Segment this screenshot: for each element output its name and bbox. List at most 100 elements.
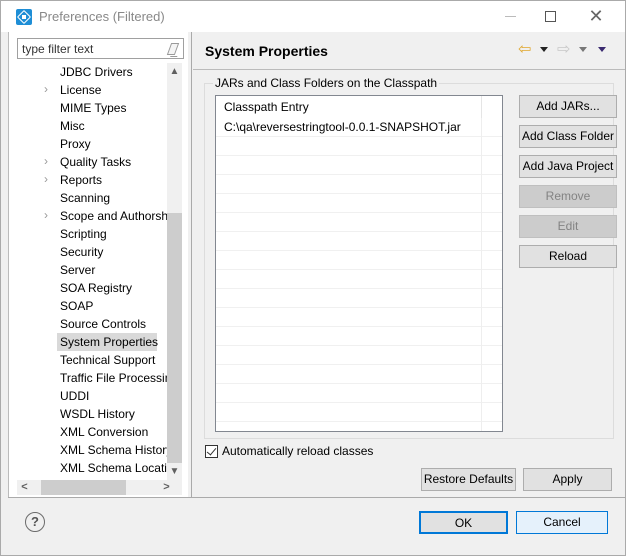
tree-item-label: SOA Registry [60,281,133,295]
reload-button[interactable]: Reload [519,245,617,268]
table-row[interactable] [216,346,502,365]
tree-item-label: Scanning [60,191,111,205]
forward-arrow-icon[interactable]: ⇨ [557,42,570,58]
tree-item[interactable]: Technical Support [9,351,167,369]
scroll-down-icon[interactable]: ▼ [167,463,182,480]
tree-item-label: Scripting [60,227,107,241]
tree-item[interactable]: SOA Registry [9,279,167,297]
expand-chevron-icon[interactable]: › [44,154,48,168]
tree-item[interactable]: › Quality Tasks [9,153,167,171]
table-row[interactable] [216,308,502,327]
table-row[interactable] [216,194,502,213]
filter-field[interactable] [17,38,184,59]
tree-item-label: Technical Support [60,353,156,367]
add-jars-button[interactable]: Add JARs... [519,95,617,118]
apply-button[interactable]: Apply [523,468,612,491]
classpath-entry-cell: C:\qa\reversestringtool-0.0.1-SNAPSHOT.j… [224,120,461,134]
table-row[interactable] [216,251,502,270]
classpath-table[interactable]: Classpath Entry C:\qa\reversestringtool-… [215,95,503,432]
tree-item-label: XML Conversion [60,425,149,439]
tree-item-label: Source Controls [60,317,147,331]
tree-item[interactable]: MIME Types [9,99,167,117]
tree-item-label: Server [60,263,96,277]
tree-item[interactable]: › Reports [9,171,167,189]
cancel-button[interactable]: Cancel [516,511,608,534]
view-menu-icon[interactable] [598,47,606,52]
tree-horizontal-scrollbar[interactable]: < > [17,480,182,495]
tree-item[interactable]: Scripting [9,225,167,243]
tree-item[interactable]: Proxy [9,135,167,153]
tree-item-label: Reports [60,173,103,187]
tree-item[interactable]: Source Controls [9,315,167,333]
ok-button[interactable]: OK [419,511,508,534]
preferences-tree-panel: JDBC Drivers › License MIME Types Misc Proxy ›… [8,32,188,497]
auto-reload-checkbox[interactable] [205,445,218,458]
tree-item[interactable]: XML Schema Locati [9,459,167,477]
tree-item-label: Quality Tasks [60,155,132,169]
expand-chevron-icon[interactable]: › [44,172,48,186]
column-header-classpath-entry[interactable]: Classpath Entry [224,100,309,114]
table-row[interactable] [216,137,502,156]
tree-item-label: Scope and Authorsh [60,209,167,223]
tree-item-label: Security [60,245,104,259]
header-separator [193,69,625,70]
preferences-dialog: Preferences (Filtered) ✕ JDBC Drivers › Li… [0,0,626,556]
tree-item[interactable]: UDDI [9,387,167,405]
tree-item[interactable]: SOAP [9,297,167,315]
tree-item[interactable]: › License [9,81,167,99]
tree-item[interactable]: System Properties [9,333,167,351]
tree-item[interactable]: Security [9,243,167,261]
remove-button[interactable]: Remove [519,185,617,208]
maximize-button[interactable] [527,1,573,32]
scroll-right-icon[interactable]: > [159,480,174,495]
page-title: System Properties [205,43,328,59]
table-row[interactable] [216,156,502,175]
edit-button[interactable]: Edit [519,215,617,238]
tree-item-label: Proxy [60,137,91,151]
expand-chevron-icon[interactable]: › [44,208,48,222]
tree-item[interactable]: › Scope and Authorsh [9,207,167,225]
table-row[interactable] [216,232,502,251]
table-header: Classpath Entry [216,96,502,118]
add-java-project-button[interactable]: Add Java Project [519,155,617,178]
tree-item[interactable]: XML Conversion [9,423,167,441]
scrollbar-thumb[interactable] [167,213,182,463]
table-row[interactable] [216,175,502,194]
scroll-left-icon[interactable]: < [17,480,32,495]
clear-filter-icon[interactable] [166,43,180,55]
table-row[interactable]: C:\qa\reversestringtool-0.0.1-SNAPSHOT.j… [216,118,502,137]
filter-input[interactable] [18,39,158,58]
tree-item-label: JDBC Drivers [60,65,133,79]
panel-divider[interactable] [191,32,192,497]
tree-item-label: WSDL History [60,407,135,421]
back-history-dropdown-icon[interactable] [540,47,548,52]
tree-item[interactable]: Server [9,261,167,279]
tree-item[interactable]: Scanning [9,189,167,207]
tree-item[interactable]: Misc [9,117,167,135]
horizontal-scrollbar-thumb[interactable] [41,480,126,495]
table-row[interactable] [216,213,502,232]
table-row[interactable] [216,270,502,289]
table-row[interactable] [216,365,502,384]
help-icon[interactable]: ? [25,512,45,532]
expand-chevron-icon[interactable]: › [44,82,48,96]
table-row[interactable] [216,289,502,308]
tree-item-label: XML Schema History [60,443,167,457]
tree-item[interactable]: JDBC Drivers [9,63,167,81]
close-button[interactable]: ✕ [573,1,619,32]
scroll-up-icon[interactable]: ▲ [167,63,182,80]
restore-defaults-button[interactable]: Restore Defaults [421,468,516,491]
tree-item-label: SOAP [60,299,94,313]
forward-history-dropdown-icon[interactable] [579,47,587,52]
back-arrow-icon[interactable]: ⇦ [518,42,531,58]
tree-item[interactable]: Traffic File Processin [9,369,167,387]
add-class-folder-button[interactable]: Add Class Folder [519,125,617,148]
table-row[interactable] [216,327,502,346]
footer-separator [8,497,625,498]
tree-item[interactable]: WSDL History [9,405,167,423]
table-row[interactable] [216,403,502,422]
auto-reload-label[interactable]: Automatically reload classes [222,444,373,458]
table-row[interactable] [216,384,502,403]
tree-item[interactable]: XML Schema History [9,441,167,459]
tree-vertical-scrollbar[interactable]: ▲ ▼ [167,63,182,480]
